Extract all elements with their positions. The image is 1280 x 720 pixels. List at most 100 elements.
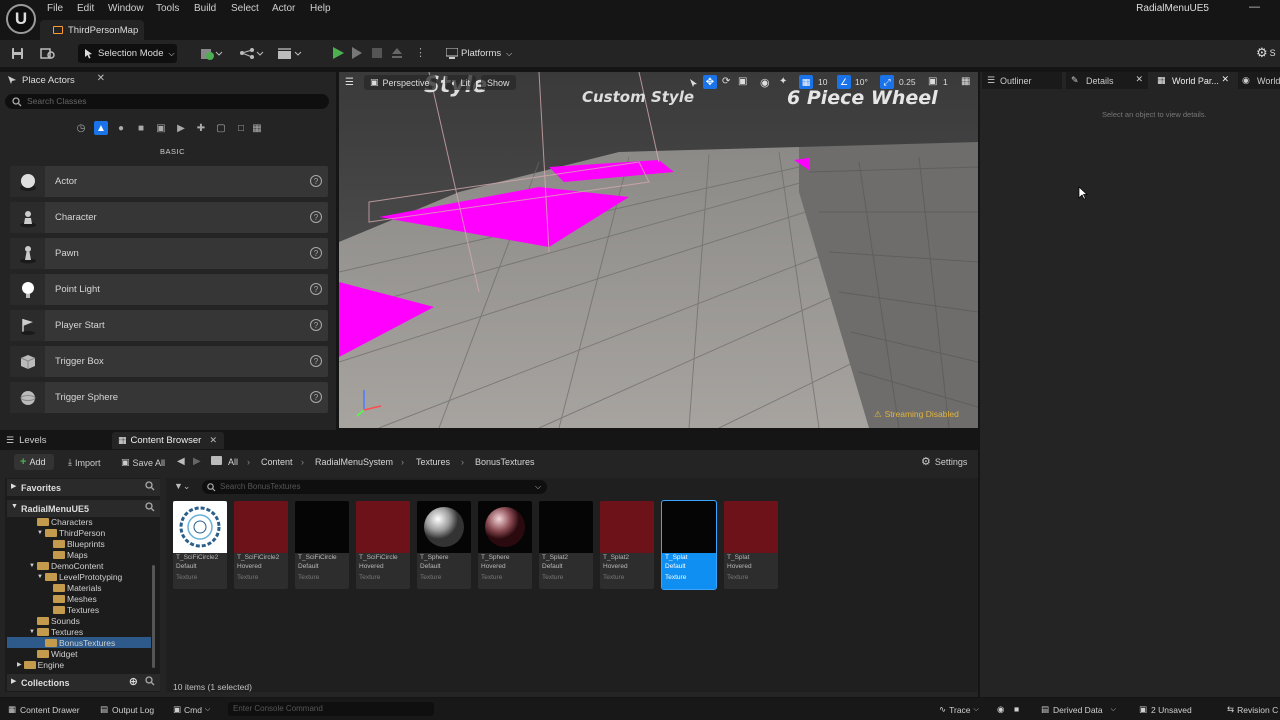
- add-actor-icon[interactable]: [200, 46, 224, 61]
- content-browser-settings-button[interactable]: ⚙ Settings: [921, 455, 967, 468]
- play-icon[interactable]: [333, 47, 344, 59]
- geometry-category-icon[interactable]: ✚: [194, 121, 208, 135]
- place-actors-tab[interactable]: Place Actors ✕: [0, 72, 113, 88]
- breadcrumb-radialmenusystem[interactable]: RadialMenuSystem: [315, 457, 393, 467]
- asset-tile[interactable]: T_SciFiCircle2 Hovered Texture: [234, 501, 288, 589]
- history-forward-icon[interactable]: ▶: [193, 456, 201, 467]
- perspective-button[interactable]: ▣ Perspective: [364, 75, 436, 90]
- folder-icon[interactable]: [211, 456, 222, 465]
- help-icon[interactable]: ?: [310, 283, 322, 295]
- basic-category-icon[interactable]: ▲: [94, 121, 108, 135]
- tree-folder[interactable]: Meshes: [53, 593, 97, 604]
- lights-category-icon[interactable]: ●: [114, 121, 128, 135]
- cinematic-category-icon[interactable]: ▣: [154, 121, 168, 135]
- recent-icon[interactable]: ◷: [74, 121, 88, 135]
- close-icon[interactable]: ✕: [209, 435, 217, 446]
- step-forward-icon[interactable]: [352, 47, 362, 59]
- settings-button[interactable]: ⚙ S: [1256, 45, 1276, 61]
- tree-folder[interactable]: Materials: [53, 582, 101, 593]
- filter-icon[interactable]: ▼⌄: [174, 481, 190, 492]
- help-icon[interactable]: ?: [310, 355, 322, 367]
- search-classes-input[interactable]: Search Classes: [5, 94, 329, 109]
- tree-folder[interactable]: Blueprints: [53, 538, 105, 549]
- menu-window[interactable]: Window: [108, 3, 144, 14]
- actor-item-pawn[interactable]: Pawn ?: [10, 238, 328, 269]
- asset-search-input[interactable]: Search BonusTextures: [202, 480, 547, 494]
- scale-snap-icon[interactable]: ⤢: [880, 75, 894, 89]
- select-tool-icon[interactable]: [689, 78, 698, 88]
- tree-folder[interactable]: Widget: [37, 648, 77, 659]
- asset-tile[interactable]: T_Splat Hovered Texture: [724, 501, 778, 589]
- help-icon[interactable]: ?: [310, 247, 322, 259]
- asset-tile[interactable]: T_SciFiCircle Default Texture: [295, 501, 349, 589]
- grid-snap-icon[interactable]: ▦: [799, 75, 813, 89]
- search-icon[interactable]: [145, 676, 155, 686]
- tab-details[interactable]: ✎ Details ✕: [1066, 72, 1148, 89]
- revision-control-button[interactable]: ⇆ Revision C: [1227, 704, 1278, 715]
- cmd-dropdown[interactable]: ▣ Cmd ⌵: [173, 704, 210, 715]
- collections-section[interactable]: ▶ Collections ⊕: [7, 674, 160, 691]
- history-back-icon[interactable]: ◀: [177, 456, 185, 467]
- platforms-dropdown[interactable]: Platforms ⌵: [441, 44, 516, 63]
- close-icon[interactable]: ✕: [1221, 74, 1229, 85]
- actor-item-player-start[interactable]: Player Start ?: [10, 310, 328, 341]
- actor-item-character[interactable]: Character ?: [10, 202, 328, 233]
- actor-item-point-light[interactable]: Point Light ?: [10, 274, 328, 305]
- level-viewport[interactable]: Style Custom Style 6 Piece Wheel ☰ ▣ Per…: [339, 72, 978, 428]
- content-drawer-button[interactable]: ▦ Content Drawer: [8, 704, 80, 715]
- search-icon[interactable]: [145, 502, 155, 512]
- scale-tool-icon[interactable]: ▣: [738, 76, 747, 87]
- tree-folder-selected[interactable]: BonusTextures: [7, 637, 151, 648]
- camera-speed-value[interactable]: 1: [943, 77, 948, 87]
- help-icon[interactable]: ?: [310, 319, 322, 331]
- unsaved-button[interactable]: ▣ 2 Unsaved: [1139, 704, 1192, 715]
- tab-content-browser[interactable]: ▦ Content Browser ✕: [112, 432, 224, 449]
- output-log-button[interactable]: ▤ Output Log: [100, 704, 154, 715]
- asset-tile[interactable]: T_Sphere Hovered Texture: [478, 501, 532, 589]
- more-options-icon[interactable]: ⋮: [415, 46, 426, 59]
- tree-folder[interactable]: ▶ Engine: [17, 659, 64, 670]
- menu-edit[interactable]: Edit: [77, 3, 94, 14]
- menu-help[interactable]: Help: [310, 3, 331, 14]
- viewport-menu-icon[interactable]: ☰: [345, 77, 354, 88]
- minimize-button[interactable]: —: [1249, 1, 1260, 13]
- asset-tile[interactable]: T_Sphere Default Texture: [417, 501, 471, 589]
- menu-select[interactable]: Select: [231, 3, 259, 14]
- grid-snap-value[interactable]: 10: [818, 77, 827, 87]
- menu-file[interactable]: File: [47, 3, 63, 14]
- console-command-input[interactable]: Enter Console Command: [228, 702, 434, 716]
- breadcrumb-textures[interactable]: Textures: [416, 457, 450, 467]
- world-local-icon[interactable]: ◉: [760, 76, 770, 89]
- actor-item-actor[interactable]: Actor ?: [10, 166, 328, 197]
- eject-icon[interactable]: [391, 47, 403, 59]
- menu-build[interactable]: Build: [194, 3, 216, 14]
- record-icon[interactable]: ◉: [997, 704, 1004, 715]
- derived-data-dropdown[interactable]: ▤ Derived Data ⌵: [1041, 704, 1116, 715]
- add-collection-icon[interactable]: ⊕: [129, 675, 138, 688]
- tab-world-settings[interactable]: ◉ World: [1238, 72, 1280, 89]
- save-icon[interactable]: [11, 46, 24, 61]
- trace-dropdown[interactable]: ∿ Trace ⌵: [939, 704, 979, 715]
- tree-folder[interactable]: Characters: [37, 517, 93, 527]
- shapes-category-icon[interactable]: ■: [134, 121, 148, 135]
- asset-tile[interactable]: T_SciFiCircle2 Default Texture: [173, 501, 227, 589]
- tab-levels[interactable]: ☰ Levels: [6, 435, 47, 446]
- asset-tile[interactable]: T_Splat2 Hovered Texture: [600, 501, 654, 589]
- search-icon[interactable]: [145, 481, 155, 491]
- breadcrumb-bonustextures[interactable]: BonusTextures: [475, 457, 535, 467]
- cinematics-icon[interactable]: [277, 46, 303, 61]
- rotate-tool-icon[interactable]: ⟳: [722, 76, 730, 87]
- tab-outliner[interactable]: ☰ Outliner: [982, 72, 1062, 89]
- all-classes-category-icon[interactable]: □: [234, 121, 248, 135]
- asset-tile-selected[interactable]: T_Splat Default Texture: [661, 500, 717, 590]
- asset-tile[interactable]: T_Splat2 Default Texture: [539, 501, 593, 589]
- tree-folder[interactable]: ▼ DemoContent: [29, 560, 103, 571]
- unreal-logo-icon[interactable]: U: [6, 4, 36, 34]
- move-tool-icon[interactable]: ✥: [703, 75, 717, 89]
- show-button[interactable]: Show: [481, 75, 516, 90]
- help-icon[interactable]: ?: [310, 211, 322, 223]
- project-root-section[interactable]: ▼ RadialMenuUE5: [7, 500, 160, 517]
- tree-folder[interactable]: ▼ ThirdPerson: [37, 527, 105, 538]
- help-icon[interactable]: ?: [310, 175, 322, 187]
- lit-button[interactable]: ◐ Lit: [445, 75, 476, 90]
